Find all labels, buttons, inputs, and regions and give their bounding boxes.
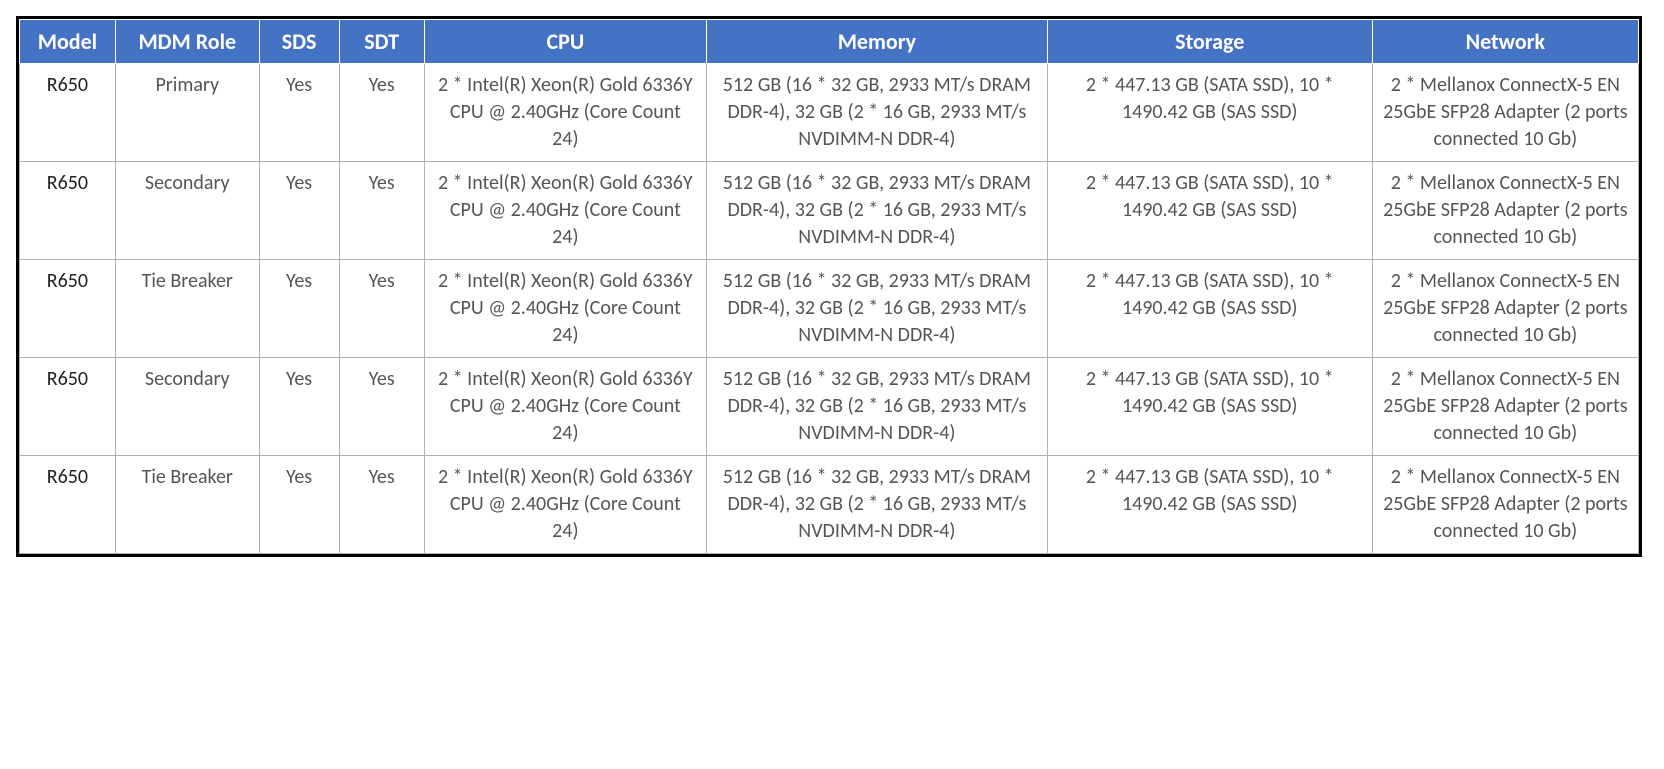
cell-role: Tie Breaker (115, 260, 259, 358)
cell-memory: 512 GB (16 * 32 GB, 2933 MT/s DRAM DDR-4… (706, 64, 1047, 162)
cell-model: R650 (20, 358, 116, 456)
cell-network: 2 * Mellanox ConnectX-5 EN 25GbE SFP28 A… (1372, 456, 1638, 554)
cell-cpu: 2 * Intel(R) Xeon(R) Gold 6336Y CPU @ 2.… (424, 358, 706, 456)
col-header-role: MDM Role (115, 20, 259, 64)
cell-network: 2 * Mellanox ConnectX-5 EN 25GbE SFP28 A… (1372, 64, 1638, 162)
table-row: R650 Secondary Yes Yes 2 * Intel(R) Xeon… (20, 358, 1639, 456)
table-header: Model MDM Role SDS SDT CPU Memory Storag… (20, 20, 1639, 64)
spec-table: Model MDM Role SDS SDT CPU Memory Storag… (19, 19, 1639, 554)
cell-sds: Yes (259, 64, 339, 162)
table-row: R650 Tie Breaker Yes Yes 2 * Intel(R) Xe… (20, 260, 1639, 358)
cell-sdt: Yes (339, 260, 424, 358)
cell-cpu: 2 * Intel(R) Xeon(R) Gold 6336Y CPU @ 2.… (424, 64, 706, 162)
cell-role: Tie Breaker (115, 456, 259, 554)
col-header-model: Model (20, 20, 116, 64)
cell-cpu: 2 * Intel(R) Xeon(R) Gold 6336Y CPU @ 2.… (424, 260, 706, 358)
cell-cpu: 2 * Intel(R) Xeon(R) Gold 6336Y CPU @ 2.… (424, 456, 706, 554)
cell-sdt: Yes (339, 456, 424, 554)
cell-memory: 512 GB (16 * 32 GB, 2933 MT/s DRAM DDR-4… (706, 162, 1047, 260)
cell-model: R650 (20, 162, 116, 260)
table-row: R650 Primary Yes Yes 2 * Intel(R) Xeon(R… (20, 64, 1639, 162)
table-row: R650 Tie Breaker Yes Yes 2 * Intel(R) Xe… (20, 456, 1639, 554)
cell-sdt: Yes (339, 64, 424, 162)
cell-storage: 2 * 447.13 GB (SATA SSD), 10 * 1490.42 G… (1047, 456, 1372, 554)
cell-network: 2 * Mellanox ConnectX-5 EN 25GbE SFP28 A… (1372, 162, 1638, 260)
col-header-network: Network (1372, 20, 1638, 64)
cell-model: R650 (20, 456, 116, 554)
cell-sds: Yes (259, 260, 339, 358)
cell-storage: 2 * 447.13 GB (SATA SSD), 10 * 1490.42 G… (1047, 64, 1372, 162)
cell-storage: 2 * 447.13 GB (SATA SSD), 10 * 1490.42 G… (1047, 358, 1372, 456)
cell-role: Secondary (115, 358, 259, 456)
cell-storage: 2 * 447.13 GB (SATA SSD), 10 * 1490.42 G… (1047, 260, 1372, 358)
spec-table-wrapper: Model MDM Role SDS SDT CPU Memory Storag… (16, 16, 1642, 557)
cell-sdt: Yes (339, 358, 424, 456)
cell-network: 2 * Mellanox ConnectX-5 EN 25GbE SFP28 A… (1372, 358, 1638, 456)
cell-sdt: Yes (339, 162, 424, 260)
cell-memory: 512 GB (16 * 32 GB, 2933 MT/s DRAM DDR-4… (706, 358, 1047, 456)
cell-cpu: 2 * Intel(R) Xeon(R) Gold 6336Y CPU @ 2.… (424, 162, 706, 260)
table-row: R650 Secondary Yes Yes 2 * Intel(R) Xeon… (20, 162, 1639, 260)
col-header-cpu: CPU (424, 20, 706, 64)
cell-storage: 2 * 447.13 GB (SATA SSD), 10 * 1490.42 G… (1047, 162, 1372, 260)
cell-memory: 512 GB (16 * 32 GB, 2933 MT/s DRAM DDR-4… (706, 456, 1047, 554)
cell-memory: 512 GB (16 * 32 GB, 2933 MT/s DRAM DDR-4… (706, 260, 1047, 358)
cell-role: Secondary (115, 162, 259, 260)
col-header-storage: Storage (1047, 20, 1372, 64)
col-header-memory: Memory (706, 20, 1047, 64)
cell-role: Primary (115, 64, 259, 162)
cell-sds: Yes (259, 456, 339, 554)
cell-sds: Yes (259, 358, 339, 456)
cell-model: R650 (20, 260, 116, 358)
table-body: R650 Primary Yes Yes 2 * Intel(R) Xeon(R… (20, 64, 1639, 554)
cell-sds: Yes (259, 162, 339, 260)
col-header-sdt: SDT (339, 20, 424, 64)
col-header-sds: SDS (259, 20, 339, 64)
cell-network: 2 * Mellanox ConnectX-5 EN 25GbE SFP28 A… (1372, 260, 1638, 358)
cell-model: R650 (20, 64, 116, 162)
